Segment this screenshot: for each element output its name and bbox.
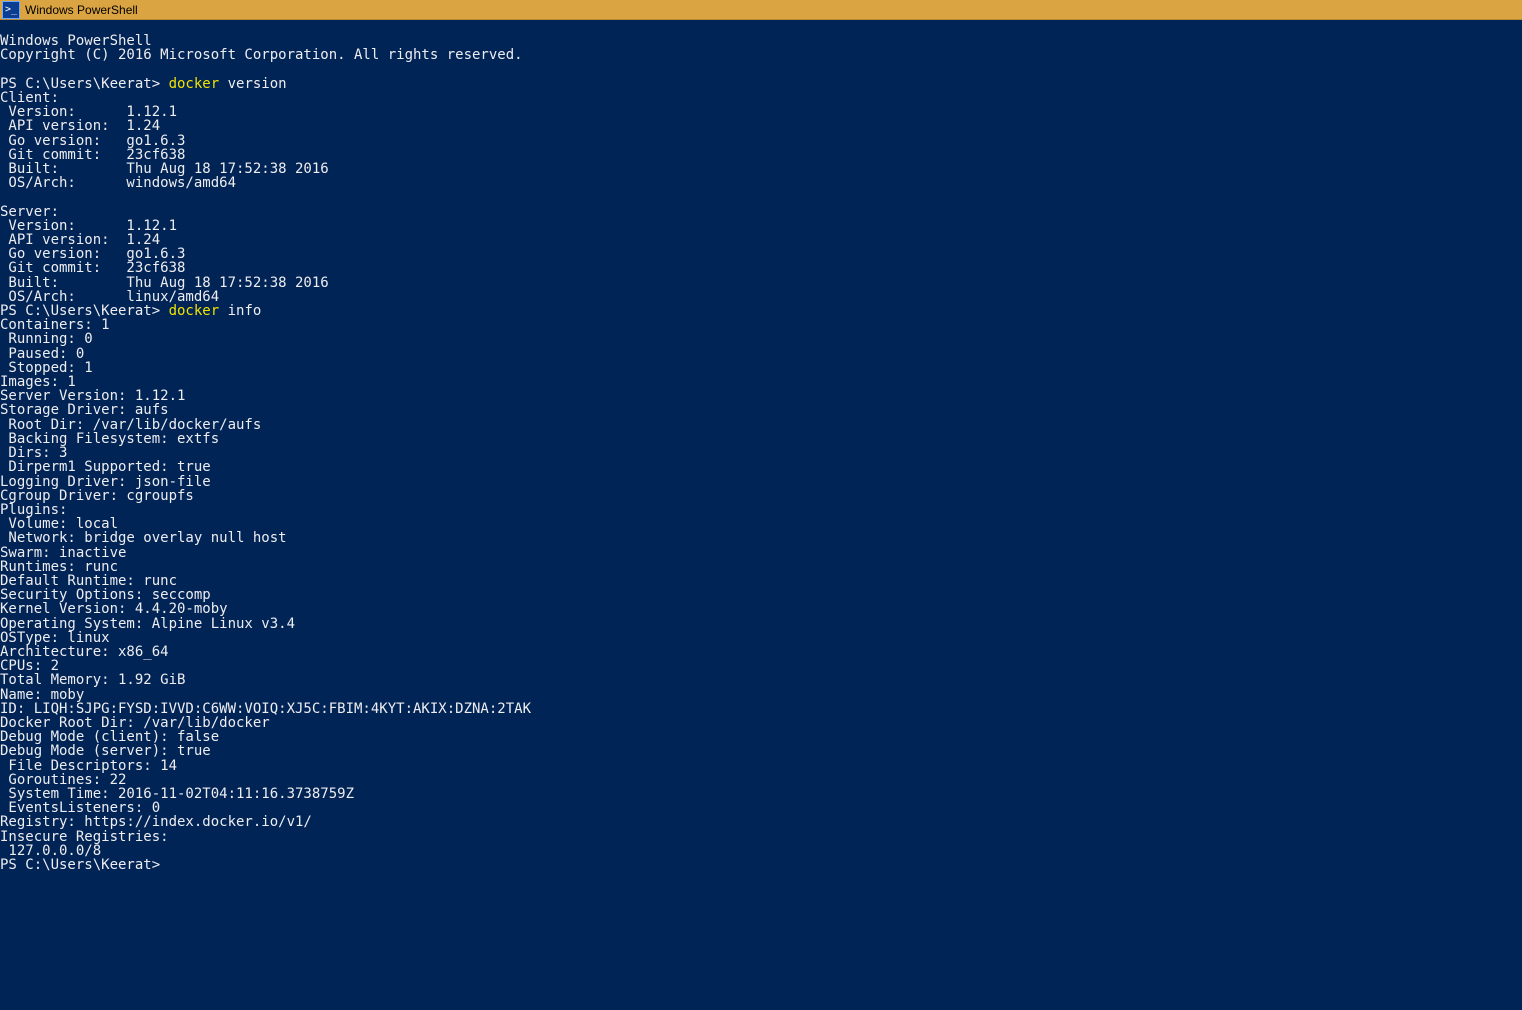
powershell-icon: >_: [2, 1, 20, 19]
command: docker: [169, 303, 220, 319]
window-titlebar[interactable]: >_ Windows PowerShell: [0, 0, 1522, 20]
prompt-line: PS C:\Users\Keerat>: [0, 857, 169, 873]
command-args: info: [219, 303, 261, 319]
prompt: PS C:\Users\Keerat>: [0, 857, 169, 873]
command-args: version: [219, 76, 286, 92]
output-line: Copyright (C) 2016 Microsoft Corporation…: [0, 47, 523, 63]
command: docker: [169, 76, 220, 92]
terminal-output[interactable]: Windows PowerShell Copyright (C) 2016 Mi…: [0, 20, 1522, 872]
output-line: OS/Arch: windows/amd64: [0, 175, 236, 191]
window-title: Windows PowerShell: [25, 3, 138, 17]
